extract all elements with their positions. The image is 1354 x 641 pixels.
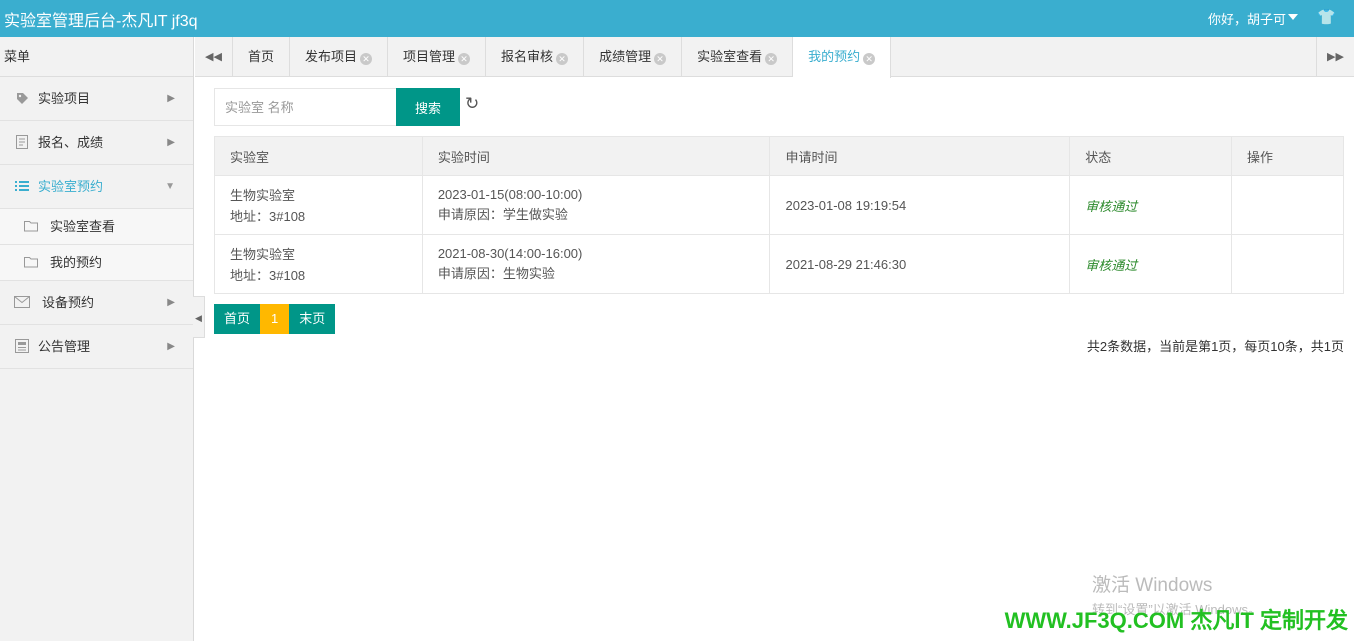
tabs-scroll-left-icon[interactable]: ◀◀ [195, 37, 233, 77]
tab-label: 我的预约 [808, 49, 861, 64]
close-icon[interactable]: ✕ [863, 53, 876, 65]
notice-icon [14, 325, 30, 369]
close-icon[interactable]: ✕ [765, 53, 778, 65]
sidebar-item-label: 实验项目 [38, 91, 91, 106]
sidebar-item-announcements[interactable]: 公告管理 ▶ [0, 325, 193, 369]
tab-label: 报名审核 [501, 49, 554, 64]
booking-time: 2023-01-15(08:00-10:00) [437, 187, 583, 202]
sidebar-item-label: 公告管理 [38, 339, 91, 354]
lab-name: 生物实验室 [230, 247, 296, 262]
sidebar-item-lab-projects[interactable]: 实验项目 ▶ [0, 77, 193, 121]
activation-title: 激活 Windows [1092, 575, 1213, 596]
tabs-scroll-right-icon[interactable]: ▶▶ [1316, 37, 1354, 77]
tab-label: 首页 [248, 49, 275, 64]
folder-icon [24, 245, 38, 281]
sidebar-item-label: 设备预约 [42, 295, 95, 310]
sidebar-heading: 菜单 [0, 37, 193, 77]
sidebar-item-lab-booking[interactable]: 实验室预约 ▼ [0, 165, 193, 209]
sidebar-subitem-label: 实验室查看 [50, 219, 116, 234]
tab-list: 首页 发布项目 ✕ 项目管理 ✕ 报名审核 ✕ 成绩管理 ✕ 实验室查看 ✕ 我的预约 ✕ [233, 37, 892, 78]
sidebar-item-label: 实验室预约 [38, 179, 104, 194]
cell-applied-at: 2021-08-29 21:46:30 [769, 234, 1071, 294]
cell-actions [1231, 175, 1344, 235]
brand-watermark: WWW.JF3Q.COM 杰凡IT 定制开发 [1004, 608, 1348, 633]
chevron-right-icon: ▶ [167, 341, 175, 352]
pagination-info: 共2条数据，当前是第1页，每页10条，共1页 [1086, 339, 1344, 354]
search-button[interactable]: 搜索 [396, 88, 460, 126]
tab-publish-project[interactable]: 发布项目 ✕ [290, 37, 389, 77]
first-page-button[interactable]: 首页 [214, 304, 261, 334]
close-icon[interactable]: ✕ [458, 53, 471, 65]
close-icon[interactable]: ✕ [556, 53, 569, 65]
app-title: 实验室管理后台-杰凡IT jf3q [4, 13, 198, 30]
last-page-button[interactable]: 末页 [289, 304, 336, 334]
tab-label: 成绩管理 [599, 49, 652, 64]
sidebar-subitem-lab-view[interactable]: 实验室查看 [0, 209, 193, 245]
tab-label: 实验室查看 [697, 49, 763, 64]
close-icon[interactable]: ✕ [360, 53, 373, 65]
table-row: 生物实验室地址：3#108 2023-01-15(08:00-10:00) 申请原… [214, 175, 1344, 235]
cell-status: 审核通过 [1069, 234, 1233, 294]
tag-icon [14, 77, 30, 121]
sidebar-subitem-label: 我的预约 [50, 255, 103, 270]
list-icon [14, 165, 30, 209]
tab-label: 项目管理 [403, 49, 456, 64]
cell-applied-at: 2023-01-08 19:19:54 [769, 175, 1071, 235]
user-menu-caret-icon[interactable] [1288, 14, 1298, 20]
sidebar: 菜单 实验项目 ▶ 报名、成绩 ▶ 实验室预约 ▼ 实验室查看 我的预约 设备预… [0, 37, 194, 641]
cell-time: 2023-01-15(08:00-10:00) 申请原因：学生做实验 [421, 175, 771, 235]
tab-score-management[interactable]: 成绩管理 ✕ [584, 37, 683, 77]
tab-my-bookings[interactable]: 我的预约 ✕ [793, 37, 892, 78]
refresh-icon[interactable]: ↻ [465, 94, 479, 114]
column-header-lab: 实验室 [214, 136, 423, 176]
bookings-table: 实验室 实验时间 申请时间 状态 操作 生物实验室 地址：3#108 2023-0… [214, 136, 1344, 294]
sidebar-item-equipment-booking[interactable]: 设备预约 ▶ [0, 281, 193, 325]
document-icon [14, 121, 30, 165]
folder-icon [24, 209, 38, 245]
main-content: 搜索 ↻ 实验室 实验时间 申请时间 状态 操作 生物实验室地址：3#108 2… [195, 78, 1354, 641]
chevron-right-icon: ▶ [167, 137, 175, 148]
tab-bar: ◀◀ 首页 发布项目 ✕ 项目管理 ✕ 报名审核 ✕ 成绩管理 ✕ 实验室查看 ✕ 我的预… [195, 37, 1354, 78]
cell-actions [1231, 234, 1344, 294]
sidebar-subitem-my-bookings[interactable]: 我的预约 [0, 245, 193, 281]
booking-time: 2021-08-30(14:00-16:00) [437, 246, 583, 261]
lab-name-search-input[interactable] [214, 88, 397, 126]
envelope-icon [14, 281, 30, 325]
cell-status: 审核通过 [1069, 175, 1233, 235]
current-page-button[interactable]: 1 [260, 304, 290, 334]
theme-shirt-icon[interactable]: 👕 [1317, 8, 1336, 26]
close-icon[interactable]: ✕ [654, 53, 667, 65]
tab-lab-view[interactable]: 实验室查看 ✕ [682, 37, 794, 77]
pagination: 首页 1 末页 [214, 304, 336, 334]
column-header-status: 状态 [1069, 136, 1233, 176]
top-header: 实验室管理后台-杰凡IT jf3q 你好，胡子可 👕 [0, 0, 1354, 37]
column-header-applied-at: 申请时间 [769, 136, 1071, 176]
column-header-time: 实验时间 [421, 136, 771, 176]
cell-time: 2021-08-30(14:00-16:00) 申请原因：生物实验 [421, 234, 771, 294]
table-header-row: 实验室 实验时间 申请时间 状态 操作 [214, 136, 1344, 176]
cell-lab: 生物实验室地址：3#108 [214, 175, 423, 235]
chevron-right-icon: ▶ [167, 297, 175, 308]
tab-label: 发布项目 [305, 49, 358, 64]
booking-reason: 申请原因：生物实验 [437, 266, 555, 281]
status-badge: 审核通过 [1085, 198, 1138, 214]
chevron-right-icon: ▶ [167, 93, 175, 104]
lab-address: 地址：3#108 [230, 268, 306, 283]
table-row: 生物实验室地址：3#108 2021-08-30(14:00-16:00) 申请原… [214, 234, 1344, 294]
tab-signup-review[interactable]: 报名审核 ✕ [486, 37, 585, 77]
chevron-down-icon: ▼ [165, 181, 175, 192]
lab-name: 生物实验室 [230, 188, 296, 203]
tab-home[interactable]: 首页 [233, 37, 291, 77]
status-badge: 审核通过 [1085, 257, 1138, 273]
column-header-actions: 操作 [1231, 136, 1344, 176]
tab-project-management[interactable]: 项目管理 ✕ [388, 37, 487, 77]
booking-reason: 申请原因：学生做实验 [437, 207, 568, 222]
sidebar-item-label: 报名、成绩 [38, 135, 104, 150]
lab-address: 地址：3#108 [230, 209, 306, 224]
user-greeting[interactable]: 你好，胡子可 [1208, 9, 1286, 28]
cell-lab: 生物实验室地址：3#108 [214, 234, 423, 294]
sidebar-item-signup-scores[interactable]: 报名、成绩 ▶ [0, 121, 193, 165]
